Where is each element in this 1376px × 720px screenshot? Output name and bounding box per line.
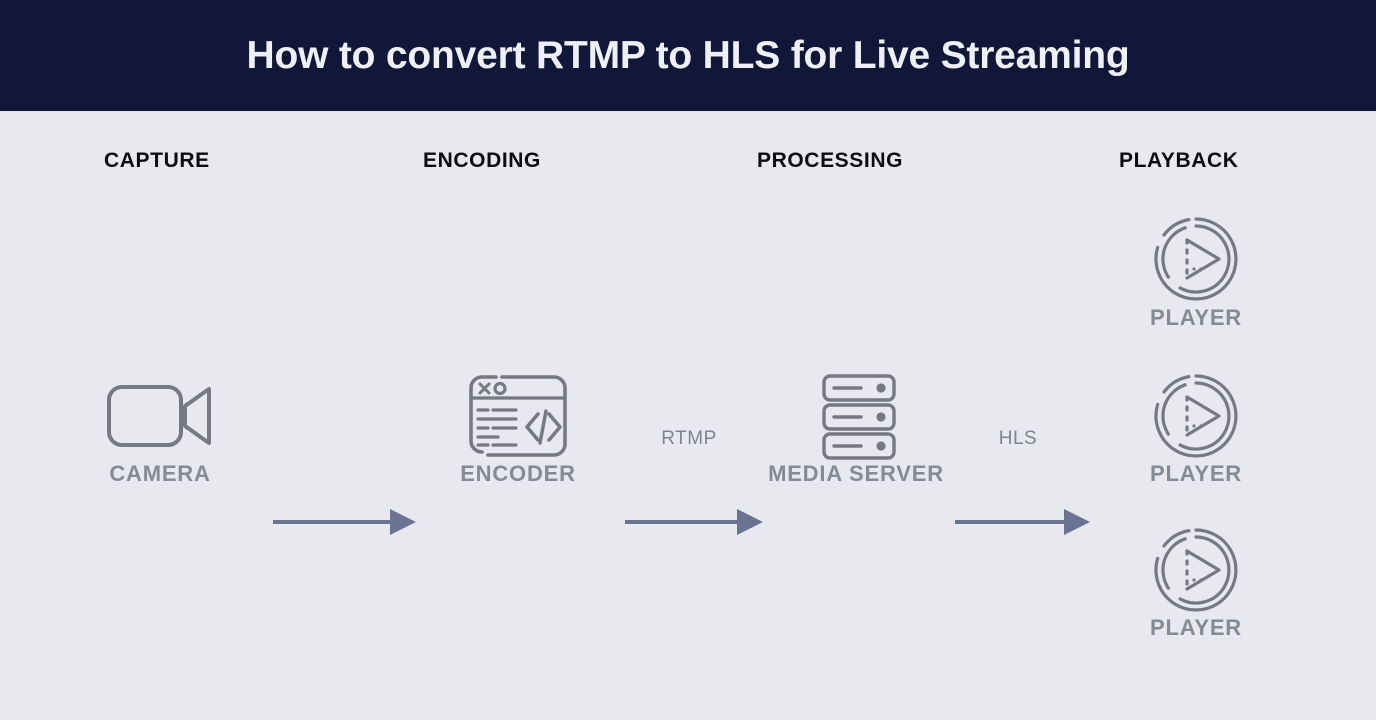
- arrow-label-hls: HLS: [998, 428, 1038, 449]
- arrow-label-rtmp: RTMP: [661, 428, 717, 449]
- play-circle-icon: [1154, 528, 1238, 612]
- player-node-bottom-label: PLAYER: [1149, 615, 1243, 640]
- stage-header-playback: PLAYBACK: [1119, 149, 1239, 172]
- arrow-media-server-to-player: [955, 507, 1092, 537]
- play-circle-icon: [1154, 217, 1238, 301]
- media-server-node-label: MEDIA SERVER: [768, 461, 944, 486]
- arrow-encoder-to-media-server: [625, 507, 765, 537]
- player-node-top[interactable]: [1153, 216, 1239, 302]
- page-header-bar: How to convert RTMP to HLS for Live Stre…: [0, 0, 1376, 111]
- arrow-icon: [273, 509, 416, 535]
- stage-header-encoding: ENCODING: [423, 149, 541, 172]
- page-title: How to convert RTMP to HLS for Live Stre…: [246, 33, 1130, 77]
- media-server-node[interactable]: [821, 373, 897, 461]
- stage-header-processing: PROCESSING: [757, 149, 904, 172]
- encoder-node[interactable]: [468, 374, 568, 458]
- diagram-canvas: CAPTURE ENCODING PROCESSING PLAYBACK CAM…: [0, 111, 1376, 720]
- player-node-middle[interactable]: [1153, 373, 1239, 459]
- stage-header-capture: CAPTURE: [104, 149, 210, 172]
- encoder-node-label: ENCODER: [460, 461, 576, 486]
- video-camera-icon: [107, 385, 211, 447]
- arrow-icon: [955, 509, 1090, 535]
- player-node-bottom[interactable]: [1153, 527, 1239, 613]
- camera-node-label: CAMERA: [109, 461, 211, 486]
- code-window-icon: [469, 375, 567, 457]
- arrow-icon: [625, 509, 763, 535]
- play-circle-icon: [1154, 374, 1238, 458]
- player-node-middle-label: PLAYER: [1149, 461, 1243, 486]
- camera-node[interactable]: [105, 376, 215, 456]
- player-node-top-label: PLAYER: [1149, 305, 1243, 330]
- arrow-camera-to-encoder: [273, 507, 418, 537]
- server-stack-icon: [822, 374, 896, 460]
